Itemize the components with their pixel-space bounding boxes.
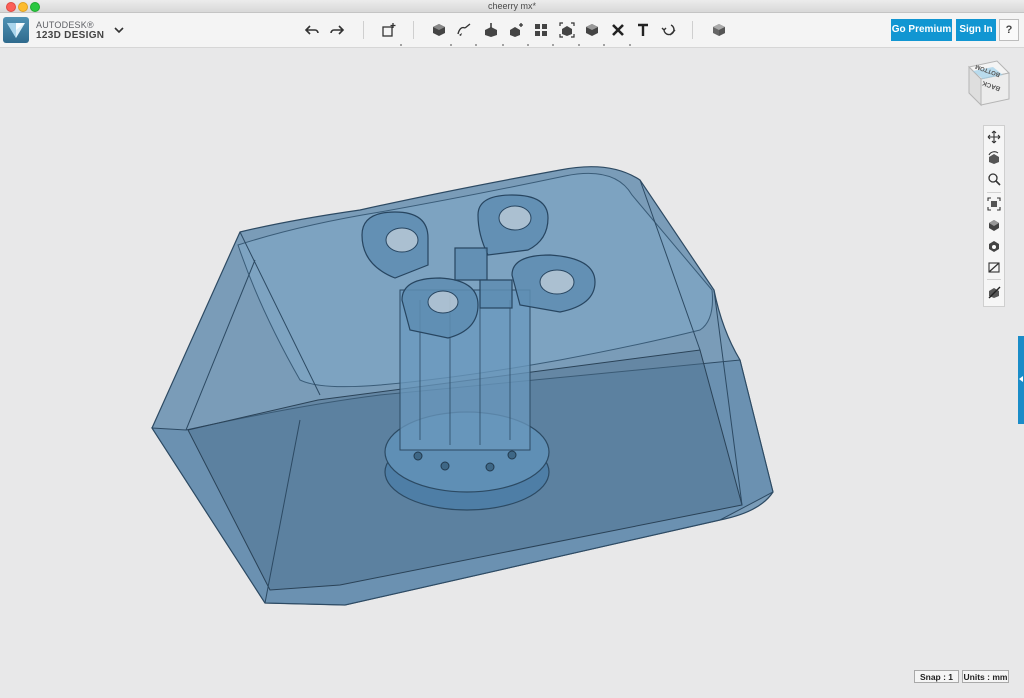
undo-icon[interactable] <box>301 19 323 41</box>
app-logo[interactable] <box>3 17 29 43</box>
orbit-icon[interactable] <box>986 150 1002 166</box>
pan-icon[interactable] <box>986 129 1002 145</box>
main-toolbar: AUTODESK® 123D DESIGN <box>0 13 1024 48</box>
group-icon[interactable] <box>556 19 580 46</box>
zoom-icon[interactable] <box>986 171 1002 187</box>
window-titlebar: cheerry mx* <box>0 0 1024 13</box>
view-outline-icon[interactable] <box>986 238 1002 254</box>
pattern-icon[interactable] <box>530 19 554 46</box>
sketch-icon[interactable] <box>453 19 477 46</box>
material-icon[interactable] <box>708 19 730 41</box>
sign-in-button[interactable]: Sign In <box>956 19 996 41</box>
units-status[interactable]: Units : mm <box>962 670 1009 683</box>
hide-meshes-icon[interactable] <box>986 284 1002 300</box>
primitives-icon[interactable] <box>428 19 452 46</box>
window-title: cheerry mx* <box>487 1 536 11</box>
combine-icon[interactable] <box>581 19 605 46</box>
text-icon[interactable] <box>632 19 654 41</box>
construct-icon[interactable] <box>480 19 504 46</box>
view-solid-icon[interactable] <box>986 217 1002 233</box>
snap-status[interactable]: Snap : 1 <box>914 670 959 683</box>
logo-icon <box>7 23 25 38</box>
navigation-bar <box>983 125 1005 307</box>
3d-viewport[interactable]: BOTTOM BACK <box>0 48 1024 698</box>
snap-icon[interactable] <box>658 19 680 41</box>
new-primitive-icon[interactable] <box>378 19 402 46</box>
modify-icon[interactable] <box>505 19 529 46</box>
hide-sketches-icon[interactable] <box>986 259 1002 275</box>
help-button[interactable]: ? <box>999 19 1019 41</box>
app-menu-chevron-down-icon[interactable] <box>112 23 126 37</box>
brand-company: AUTODESK® <box>36 20 94 30</box>
brand-product: 123D DESIGN <box>36 30 105 41</box>
keycap-model[interactable] <box>0 48 1024 698</box>
redo-icon[interactable] <box>326 19 348 41</box>
measure-icon[interactable] <box>607 19 631 46</box>
fit-icon[interactable] <box>986 196 1002 212</box>
chevron-left-icon <box>1019 376 1023 382</box>
go-premium-button[interactable]: Go Premium <box>891 19 952 41</box>
